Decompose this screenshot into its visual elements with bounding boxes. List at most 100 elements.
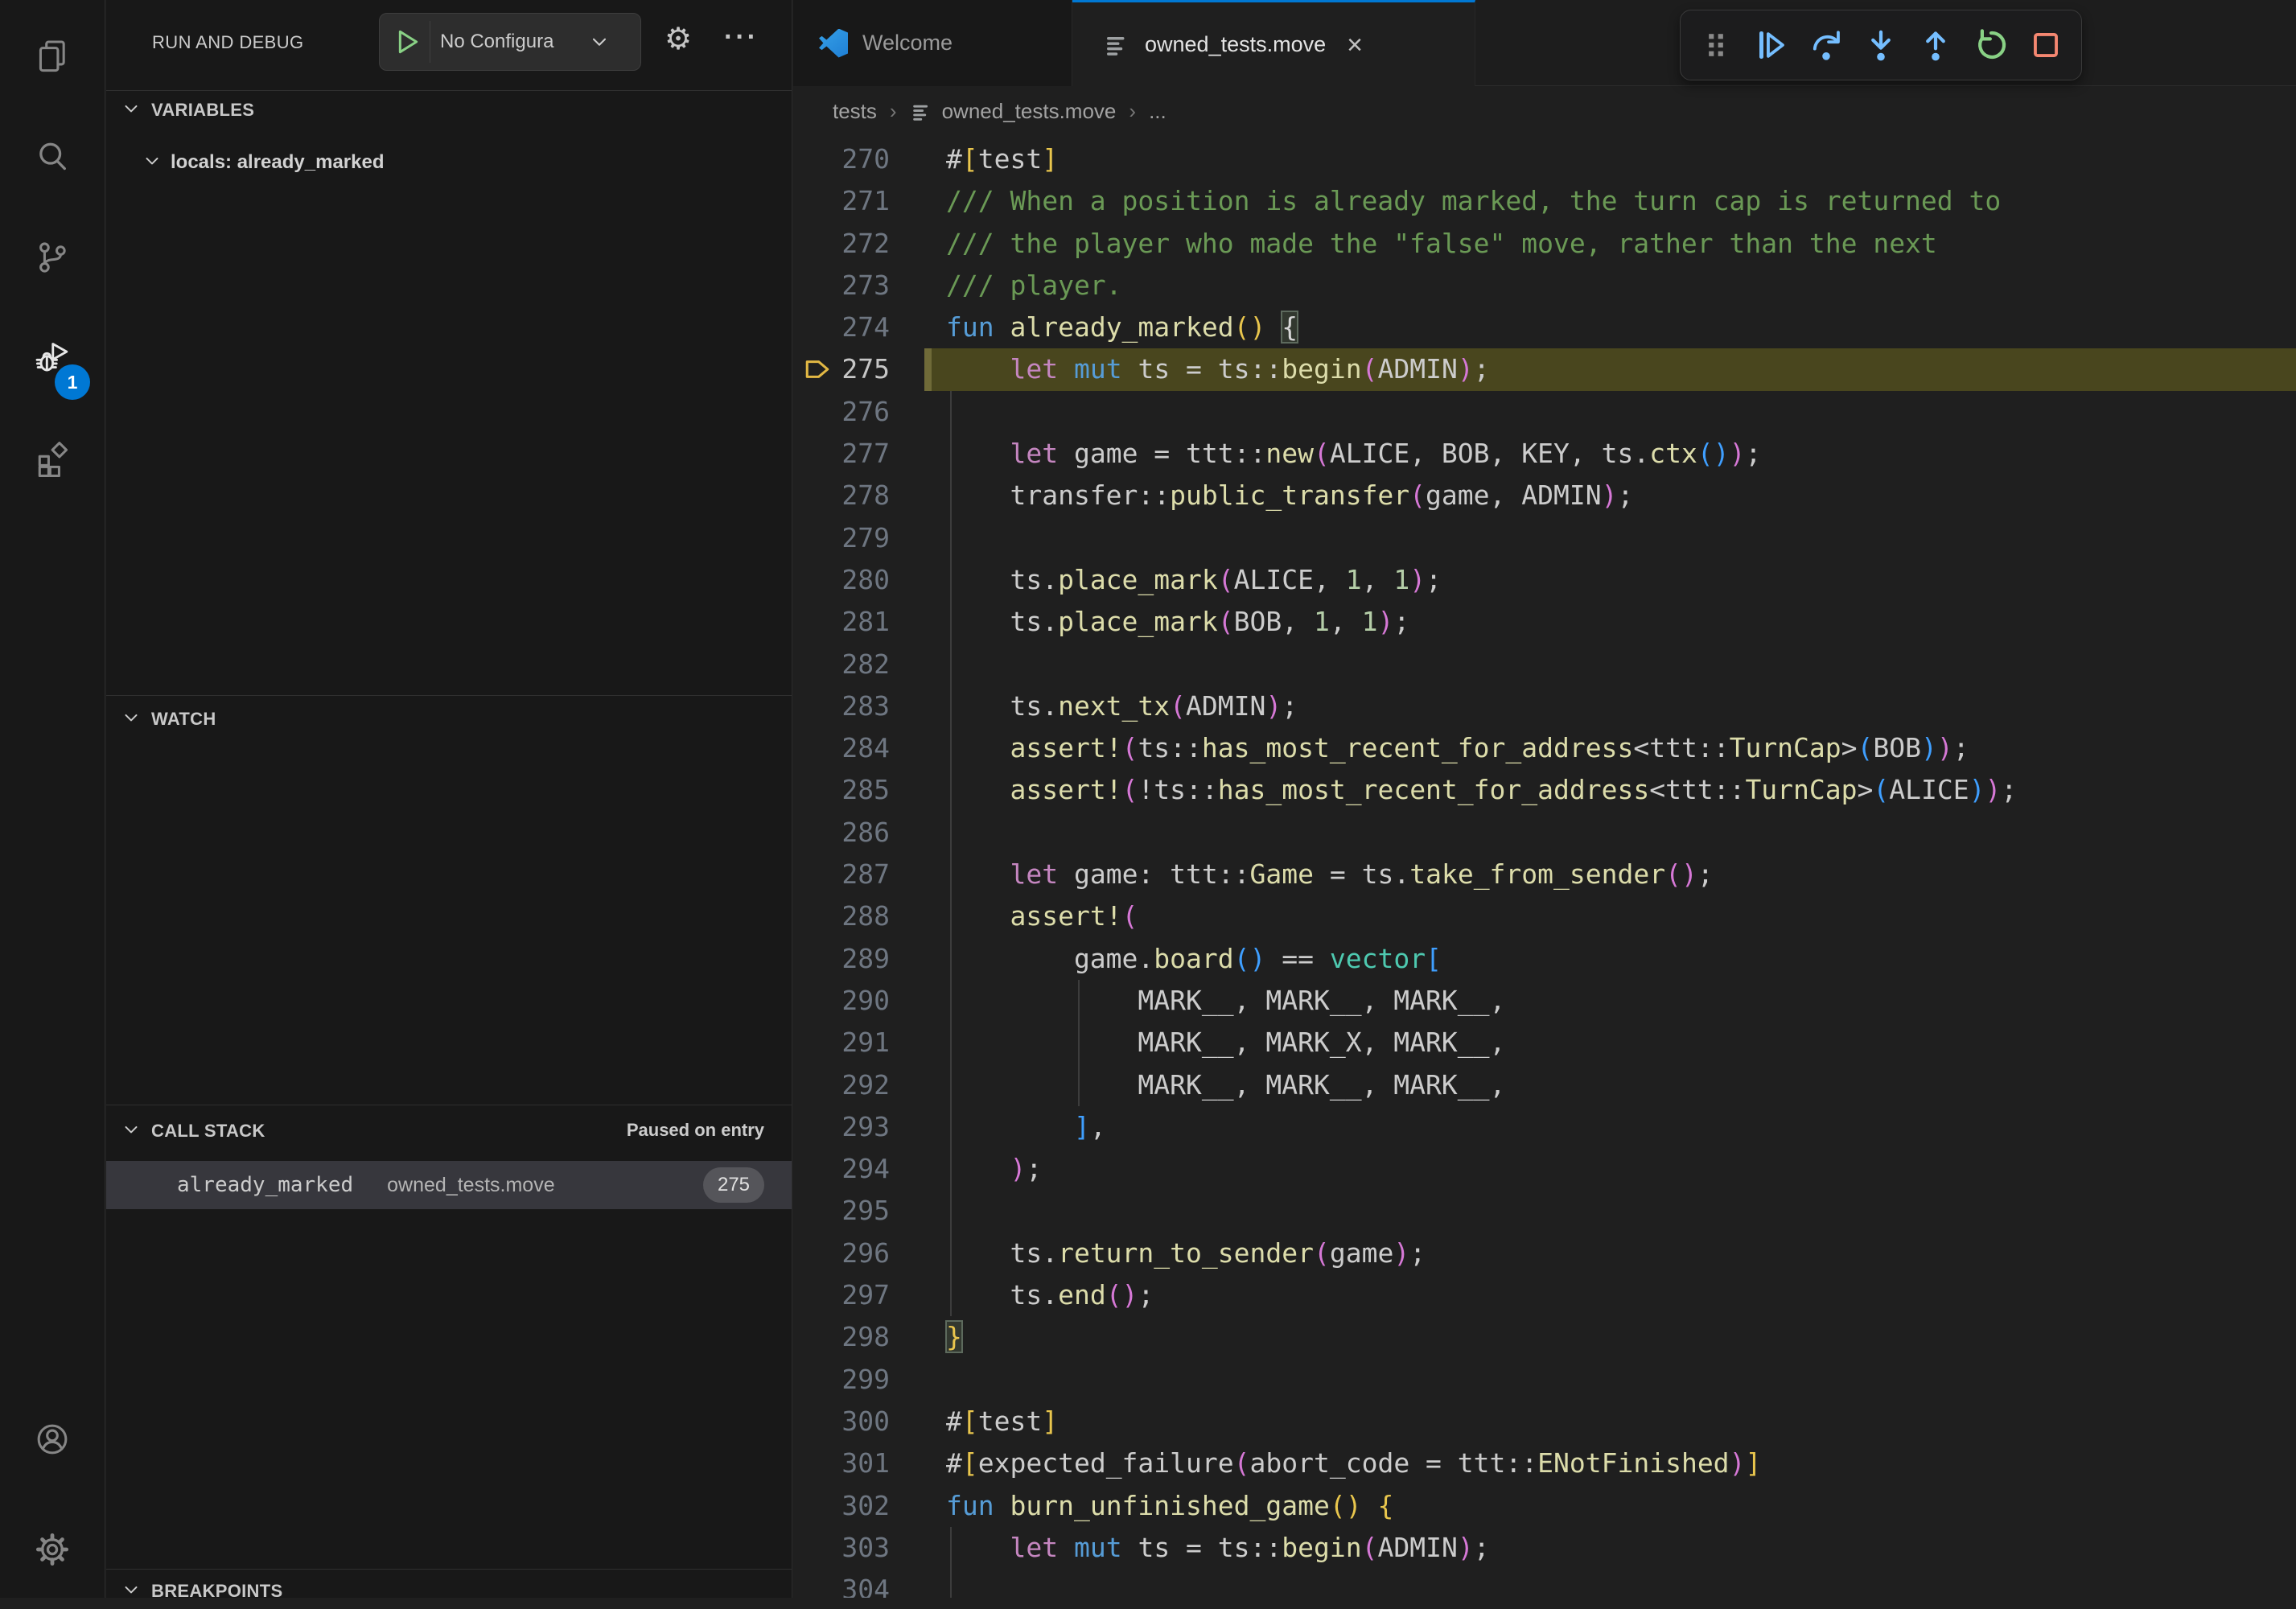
- account-icon[interactable]: [0, 1399, 105, 1479]
- tab-welcome[interactable]: Welcome: [793, 0, 1072, 86]
- editor-gutter[interactable]: 280: [793, 559, 946, 601]
- stop-icon[interactable]: [2025, 24, 2067, 66]
- code-line[interactable]: 298}: [793, 1316, 2296, 1358]
- editor-gutter[interactable]: 270: [793, 138, 946, 180]
- code-line[interactable]: 272/// the player who made the "false" m…: [793, 223, 2296, 265]
- code-line[interactable]: 270#[test]: [793, 138, 2296, 180]
- code-line[interactable]: 292 MARK__, MARK__, MARK__,: [793, 1064, 2296, 1106]
- breakpoints-section-header[interactable]: BREAKPOINTS: [121, 1574, 282, 1609]
- editor-gutter[interactable]: 297: [793, 1274, 946, 1316]
- breadcrumb-item-tests[interactable]: tests: [833, 99, 877, 124]
- code-line[interactable]: 299: [793, 1359, 2296, 1401]
- drag-grip-icon[interactable]: [1695, 24, 1737, 66]
- code-line[interactable]: 277 let game = ttt::new(ALICE, BOB, KEY,…: [793, 433, 2296, 475]
- code-line[interactable]: 293 ],: [793, 1106, 2296, 1148]
- editor-gutter[interactable]: 277: [793, 433, 946, 475]
- editor-gutter[interactable]: 278: [793, 475, 946, 516]
- code-line[interactable]: 275 let mut ts = ts::begin(ADMIN);: [793, 348, 2296, 390]
- editor-gutter[interactable]: 275: [793, 348, 946, 390]
- restart-icon[interactable]: [1970, 24, 2012, 66]
- code-line[interactable]: 283 ts.next_tx(ADMIN);: [793, 685, 2296, 727]
- variables-scope-locals[interactable]: locals: already_marked: [142, 143, 385, 182]
- debug-configuration-dropdown[interactable]: No Configura: [379, 13, 641, 71]
- editor-gutter[interactable]: 301: [793, 1442, 946, 1484]
- code-line[interactable]: 289 game.board() == vector[: [793, 938, 2296, 980]
- call-stack-section-header[interactable]: CALL STACK: [121, 1113, 265, 1149]
- editor-gutter[interactable]: 286: [793, 812, 946, 854]
- start-debug-icon[interactable]: [391, 26, 423, 58]
- code-line[interactable]: 273/// player.: [793, 265, 2296, 307]
- close-tab-icon[interactable]: ×: [1347, 31, 1363, 60]
- tab-owned-tests-move[interactable]: owned_tests.move ×: [1072, 0, 1475, 87]
- editor-gutter[interactable]: 273: [793, 265, 946, 307]
- watch-section-header[interactable]: WATCH: [121, 702, 216, 737]
- extensions-icon[interactable]: [0, 418, 105, 499]
- editor-gutter[interactable]: 292: [793, 1064, 946, 1106]
- editor-gutter[interactable]: 276: [793, 391, 946, 433]
- breadcrumb-item-file[interactable]: owned_tests.move: [942, 99, 1117, 124]
- code-line[interactable]: 294 );: [793, 1148, 2296, 1190]
- editor-gutter[interactable]: 271: [793, 180, 946, 222]
- variables-section-header[interactable]: VARIABLES: [121, 93, 254, 128]
- code-line[interactable]: 271/// When a position is already marked…: [793, 180, 2296, 222]
- code-editor[interactable]: 270#[test]271/// When a position is alre…: [793, 138, 2296, 1598]
- code-line[interactable]: 290 MARK__, MARK__, MARK__,: [793, 980, 2296, 1022]
- code-line[interactable]: 295: [793, 1190, 2296, 1232]
- call-stack-frame-row[interactable]: already_marked owned_tests.move 275: [106, 1161, 792, 1209]
- step-out-icon[interactable]: [1915, 24, 1957, 66]
- step-over-icon[interactable]: [1805, 24, 1847, 66]
- continue-icon[interactable]: [1750, 24, 1792, 66]
- code-line[interactable]: 303 let mut ts = ts::begin(ADMIN);: [793, 1527, 2296, 1569]
- code-line[interactable]: 297 ts.end();: [793, 1274, 2296, 1316]
- more-actions-icon[interactable]: ···: [724, 21, 759, 53]
- code-line[interactable]: 274fun already_marked() {: [793, 307, 2296, 348]
- editor-gutter[interactable]: 274: [793, 307, 946, 348]
- editor-gutter[interactable]: 285: [793, 769, 946, 811]
- code-line[interactable]: 286: [793, 812, 2296, 854]
- code-line[interactable]: 278 transfer::public_transfer(game, ADMI…: [793, 475, 2296, 516]
- run-debug-icon[interactable]: 1: [0, 318, 105, 398]
- search-icon[interactable]: [0, 117, 105, 197]
- code-line[interactable]: 279: [793, 517, 2296, 559]
- source-control-icon[interactable]: [0, 217, 105, 298]
- breadcrumb-item-symbol[interactable]: ...: [1149, 99, 1167, 124]
- editor-gutter[interactable]: 283: [793, 685, 946, 727]
- editor-gutter[interactable]: 281: [793, 601, 946, 643]
- editor-gutter[interactable]: 279: [793, 517, 946, 559]
- editor-gutter[interactable]: 290: [793, 980, 946, 1022]
- step-into-icon[interactable]: [1860, 24, 1902, 66]
- editor-gutter[interactable]: 272: [793, 223, 946, 265]
- code-line[interactable]: 296 ts.return_to_sender(game);: [793, 1232, 2296, 1274]
- code-line[interactable]: 284 assert!(ts::has_most_recent_for_addr…: [793, 727, 2296, 769]
- editor-gutter[interactable]: 304: [793, 1569, 946, 1598]
- code-line[interactable]: 282: [793, 644, 2296, 685]
- editor-gutter[interactable]: 294: [793, 1148, 946, 1190]
- code-line[interactable]: 304: [793, 1569, 2296, 1598]
- editor-gutter[interactable]: 282: [793, 644, 946, 685]
- code-line[interactable]: 281 ts.place_mark(BOB, 1, 1);: [793, 601, 2296, 643]
- editor-gutter[interactable]: 296: [793, 1232, 946, 1274]
- editor-gutter[interactable]: 299: [793, 1359, 946, 1401]
- editor-gutter[interactable]: 302: [793, 1485, 946, 1527]
- code-line[interactable]: 280 ts.place_mark(ALICE, 1, 1);: [793, 559, 2296, 601]
- editor-gutter[interactable]: 298: [793, 1316, 946, 1358]
- code-line[interactable]: 285 assert!(!ts::has_most_recent_for_add…: [793, 769, 2296, 811]
- code-line[interactable]: 276: [793, 391, 2296, 433]
- editor-gutter[interactable]: 291: [793, 1022, 946, 1064]
- settings-gear-icon[interactable]: ⚙: [665, 21, 692, 58]
- editor-gutter[interactable]: 287: [793, 854, 946, 895]
- code-line[interactable]: 287 let game: ttt::Game = ts.take_from_s…: [793, 854, 2296, 895]
- code-line[interactable]: 302fun burn_unfinished_game() {: [793, 1485, 2296, 1527]
- editor-gutter[interactable]: 293: [793, 1106, 946, 1148]
- files-icon[interactable]: [0, 16, 105, 97]
- editor-gutter[interactable]: 303: [793, 1527, 946, 1569]
- editor-gutter[interactable]: 289: [793, 938, 946, 980]
- editor-gutter[interactable]: 284: [793, 727, 946, 769]
- code-line[interactable]: 301#[expected_failure(abort_code = ttt::…: [793, 1442, 2296, 1484]
- code-line[interactable]: 300#[test]: [793, 1401, 2296, 1442]
- code-line[interactable]: 288 assert!(: [793, 895, 2296, 937]
- editor-gutter[interactable]: 295: [793, 1190, 946, 1232]
- settings-gear-icon[interactable]: [0, 1509, 105, 1590]
- editor-gutter[interactable]: 300: [793, 1401, 946, 1442]
- code-line[interactable]: 291 MARK__, MARK_X, MARK__,: [793, 1022, 2296, 1064]
